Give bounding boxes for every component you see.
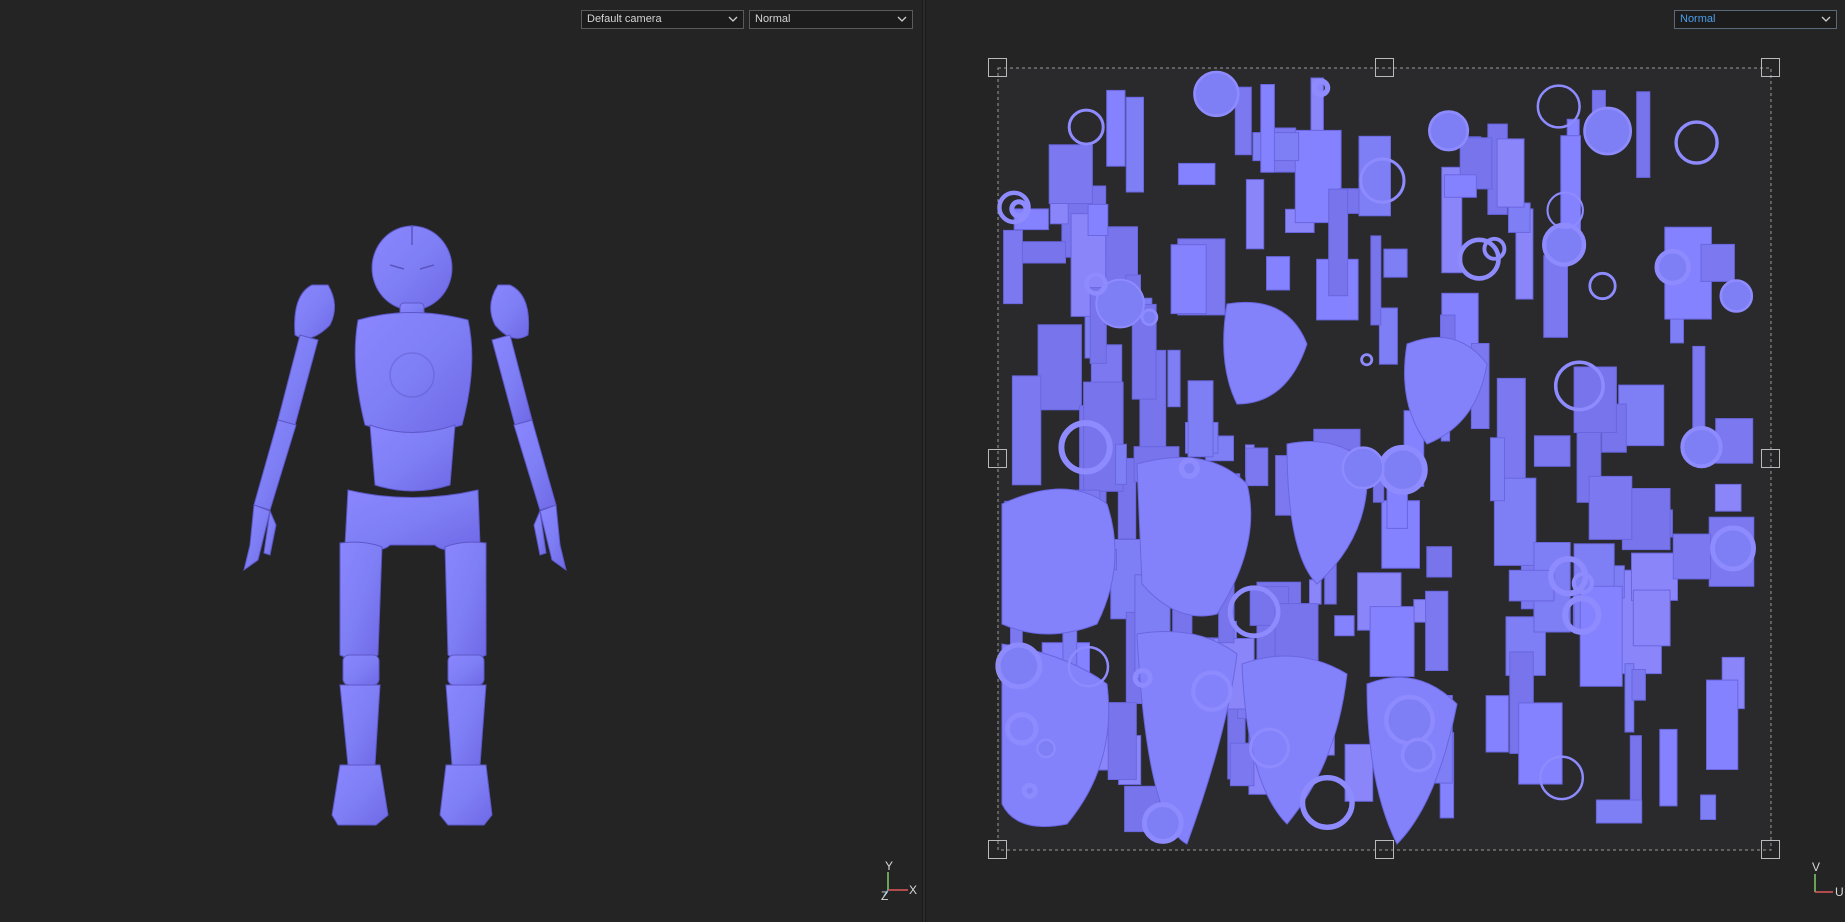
uv-island <box>1334 615 1355 637</box>
uv-texture-sheet[interactable] <box>987 64 1781 858</box>
uv-island <box>1692 345 1706 437</box>
axis-z-label: Z <box>881 889 889 903</box>
uv-island <box>1140 308 1159 327</box>
uv-island <box>1428 110 1470 152</box>
uv-island <box>1017 241 1067 264</box>
uv-island <box>1048 144 1093 205</box>
axis-v-label: V <box>1812 860 1821 874</box>
axis-u-label: U <box>1835 885 1844 899</box>
uv-island <box>1573 366 1617 433</box>
axis-gizmo-icon: Y X Z <box>880 859 920 904</box>
uv-island <box>1125 96 1145 193</box>
uv-island <box>1178 162 1216 186</box>
viewport-3d[interactable]: Default camera Normal Y X Z <box>0 0 922 922</box>
uv-island <box>1309 579 1322 605</box>
uv-island <box>1542 222 1587 267</box>
uv-island <box>1672 533 1712 580</box>
uv-island <box>1377 444 1428 495</box>
uv-island <box>1700 794 1717 820</box>
transform-handle-icon[interactable] <box>988 58 1007 77</box>
camera-dropdown-value: Default camera <box>587 13 662 25</box>
uv-island <box>1252 132 1300 162</box>
transform-handle-icon[interactable] <box>1374 58 1394 77</box>
uv-island <box>1700 243 1735 282</box>
uv-island <box>1485 695 1509 753</box>
uv-island <box>1011 375 1042 486</box>
uv-island <box>1021 782 1038 799</box>
uv-island <box>1490 437 1505 502</box>
uv-island <box>1595 799 1643 824</box>
transform-handle-icon[interactable] <box>1761 58 1780 77</box>
viewport-2d[interactable]: Normal V U <box>926 0 1845 922</box>
uv-island <box>1036 738 1056 759</box>
chevron-down-icon <box>897 16 907 22</box>
robot-model[interactable] <box>240 225 590 845</box>
uv-island <box>1383 248 1408 278</box>
uv-island <box>1378 307 1398 365</box>
uv-island <box>1583 106 1633 156</box>
uv-island <box>1115 443 1127 485</box>
uv-island <box>1714 483 1742 512</box>
uv-island <box>1187 380 1214 458</box>
uv-island <box>1341 446 1385 490</box>
uv-island <box>1632 589 1671 647</box>
transform-handle-icon[interactable] <box>1761 449 1780 468</box>
uv-island <box>1533 435 1571 467</box>
uv-island <box>1629 735 1642 811</box>
uv-island <box>1001 488 1116 635</box>
uv-island <box>1245 179 1265 250</box>
uv-island <box>1426 546 1453 578</box>
uv-island <box>1654 248 1691 286</box>
uv-island <box>1369 606 1415 677</box>
viewport-2d-channel-dropdown[interactable]: Normal <box>1674 10 1837 29</box>
uv-island <box>1400 737 1436 773</box>
uv-island <box>1260 84 1275 173</box>
chevron-down-icon <box>728 16 738 22</box>
uv-island <box>1358 135 1391 217</box>
uv-island <box>1543 255 1568 338</box>
uv-island <box>1328 188 1349 297</box>
uv-island <box>1141 802 1184 844</box>
uv-island <box>1496 138 1525 208</box>
camera-dropdown[interactable]: Default camera <box>581 10 744 29</box>
uv-island <box>1659 728 1678 807</box>
channel-dropdown-value: Normal <box>755 13 791 25</box>
uv-island <box>1680 425 1723 469</box>
uv-island <box>1631 669 1646 701</box>
uv-island <box>1508 569 1555 602</box>
uv-island <box>995 642 1043 690</box>
transform-handle-icon[interactable] <box>1761 840 1780 859</box>
channel-dropdown-value: Normal <box>1680 13 1716 25</box>
uv-island <box>1037 324 1082 411</box>
uv-island <box>1706 679 1739 770</box>
viewport-3d-channel-dropdown[interactable]: Normal <box>749 10 913 29</box>
uv-island <box>1425 590 1449 671</box>
uv-island <box>1266 256 1291 291</box>
axis-x-label: X <box>909 883 918 897</box>
uv-island <box>1719 279 1754 313</box>
uv-island <box>1636 91 1651 178</box>
uv-island <box>1087 203 1109 236</box>
transform-handle-icon[interactable] <box>988 840 1007 859</box>
uv-island <box>1245 447 1269 487</box>
uv-island <box>1107 702 1137 780</box>
uv-island <box>1170 244 1207 315</box>
uv-island <box>1167 349 1181 408</box>
transform-handle-icon[interactable] <box>988 449 1007 468</box>
uv-gizmo-icon: V U <box>1807 860 1845 904</box>
uv-island <box>1588 475 1633 540</box>
uv-island <box>1370 235 1382 326</box>
transform-handle-icon[interactable] <box>1374 840 1394 859</box>
uv-island <box>1443 174 1477 198</box>
axis-y-label: Y <box>885 859 894 873</box>
uv-island <box>1193 70 1240 118</box>
uv-island <box>1384 694 1435 746</box>
uv-island <box>1106 89 1126 167</box>
chevron-down-icon <box>1821 16 1831 22</box>
uv-island <box>1003 229 1023 305</box>
uv-island <box>1178 457 1200 479</box>
uv-island <box>1710 525 1756 572</box>
